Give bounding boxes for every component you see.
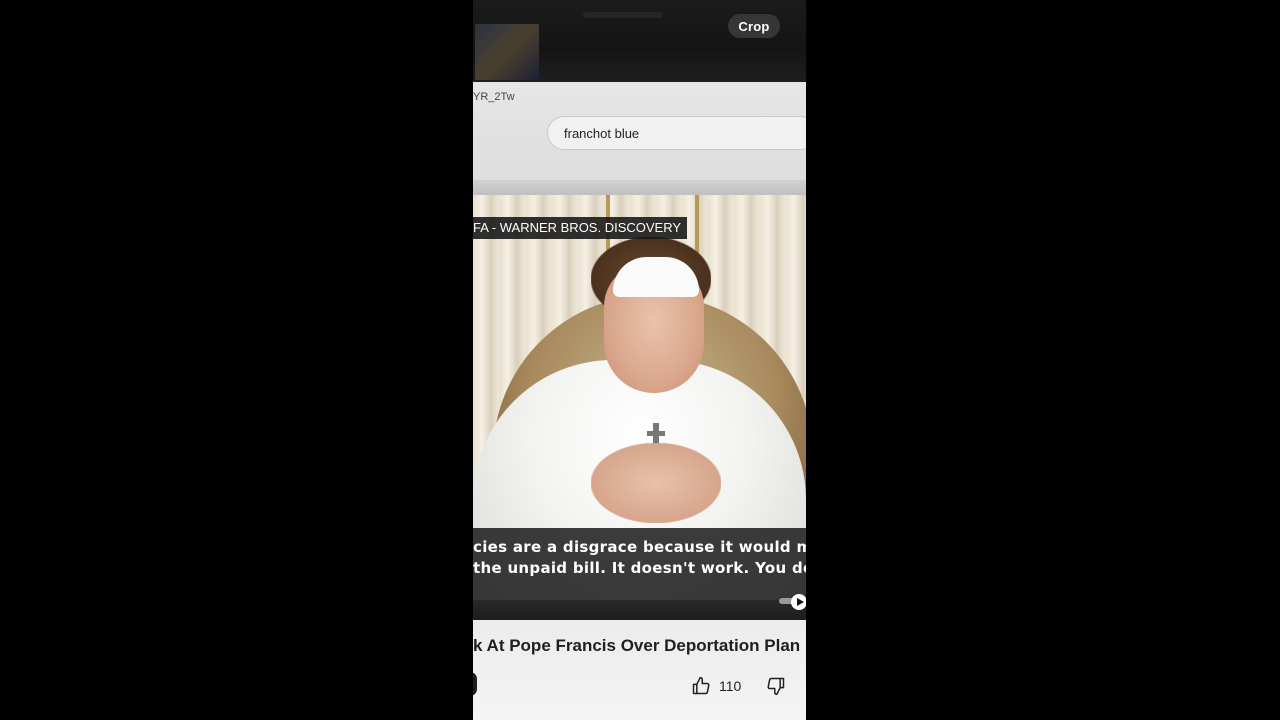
thumbs-up-icon: [692, 676, 710, 695]
video-info: k At Pope Francis Over Deportation Plan …: [473, 620, 806, 720]
caption-line-1: cies are a disgrace because it would mak…: [473, 538, 806, 556]
crop-button[interactable]: Crop: [728, 14, 780, 38]
caption-line-2: the unpaid bill. It doesn't work. You do…: [473, 559, 806, 577]
clasped-hands: [591, 443, 721, 523]
top-text-placeholder: [583, 12, 663, 18]
channel-avatar[interactable]: [473, 672, 477, 696]
url-fragment: YR_2Tw: [473, 91, 515, 103]
search-input[interactable]: [562, 124, 806, 142]
caption-box: cies are a disgrace because it would mak…: [473, 528, 806, 600]
top-thumbnail: [475, 24, 539, 80]
video-title[interactable]: k At Pope Francis Over Deportation Plan …: [473, 636, 806, 656]
like-count: 110: [719, 678, 742, 694]
phone-screen: YR_2Tw FA - WARNER BROS. DISCOVERY cies …: [473, 0, 806, 720]
play-icon[interactable]: [791, 594, 806, 610]
search-box[interactable]: [547, 116, 806, 150]
dislike-button[interactable]: [766, 676, 786, 696]
video-control-bar[interactable]: [473, 600, 806, 620]
video-player[interactable]: FA - WARNER BROS. DISCOVERY cies are a d…: [473, 195, 806, 620]
like-button[interactable]: 110: [691, 676, 741, 696]
thumbs-down-icon: [767, 677, 785, 696]
network-chyron: FA - WARNER BROS. DISCOVERY: [473, 217, 688, 239]
top-strip: [473, 0, 806, 82]
browser-area: YR_2Tw: [473, 82, 806, 197]
